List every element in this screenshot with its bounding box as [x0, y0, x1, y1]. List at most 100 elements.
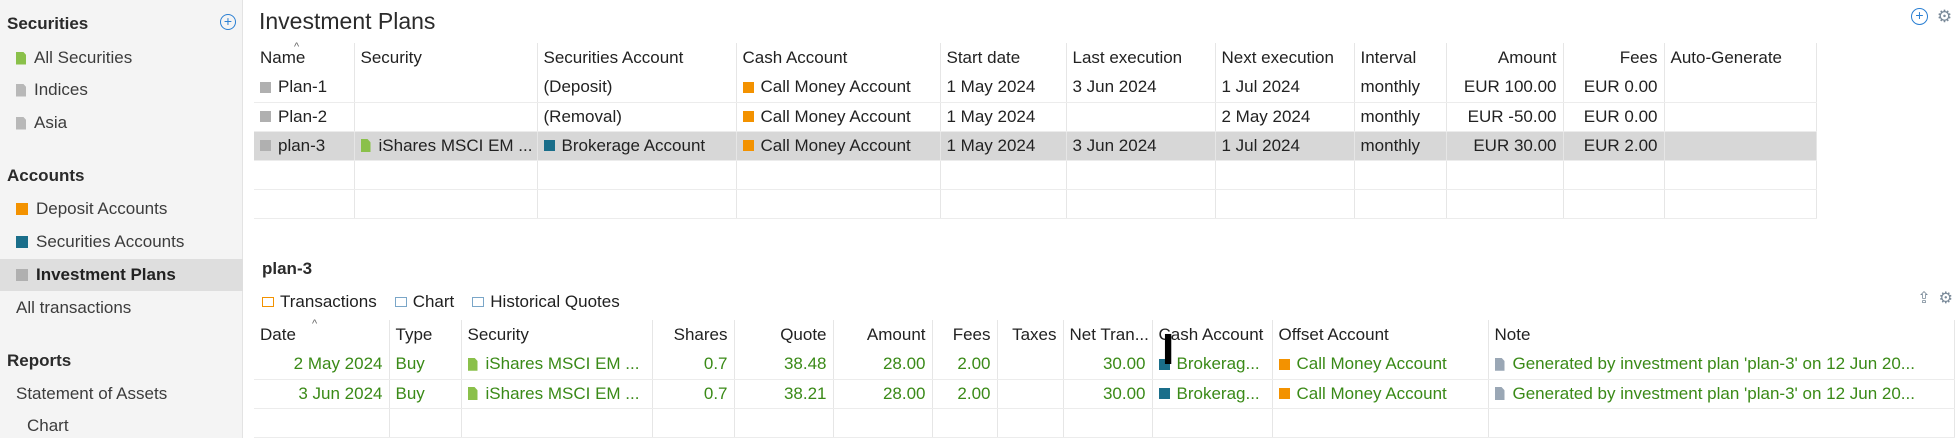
sidebar-item-indices[interactable]: Indices [0, 74, 243, 106]
tab-historical-quotes[interactable]: Historical Quotes [472, 292, 620, 312]
fees-cell: EUR 0.00 [1563, 73, 1665, 103]
text-cursor-icon: I [1162, 325, 1175, 374]
sidebar-section-securities: Securities [7, 14, 89, 33]
table-row[interactable]: 2 May 2024 Buy iShares MSCI EM ... 0.7 3… [254, 350, 1955, 380]
col-header-amount[interactable]: Amount [833, 320, 933, 350]
col-header-quote[interactable]: Quote [734, 320, 834, 350]
tab-transactions[interactable]: Transactions [262, 292, 377, 312]
add-icon[interactable]: + [220, 14, 236, 30]
note-icon [1494, 357, 1505, 371]
interval-cell: monthly [1354, 102, 1447, 132]
sidebar-item-asia[interactable]: Asia [0, 107, 243, 139]
investment-plan-icon [260, 81, 271, 93]
sidebar-item-statement-of-assets[interactable]: Statement of Assets [0, 378, 243, 410]
col-header-type[interactable]: Type [389, 320, 462, 350]
sidebar-item-label: Investment Plans [36, 265, 176, 284]
col-header-date[interactable]: ^ Date [254, 318, 390, 350]
fees-cell: 2.00 [932, 350, 998, 380]
sidebar-item-label: Deposit Accounts [36, 199, 168, 218]
security-icon [16, 116, 26, 130]
plan-name-cell: Plan-2 [254, 102, 355, 132]
transactions-table: ^ Date Type Security Shares Quote Amount … [254, 318, 1955, 438]
col-header-net-transaction[interactable]: Net Tran... [1063, 320, 1153, 350]
security-cell: iShares MSCI EM ... [461, 350, 653, 380]
sidebar-item-label: Statement of Assets [16, 384, 168, 403]
taxes-cell [997, 350, 1064, 380]
next-execution-cell: 2 May 2024 [1215, 102, 1355, 132]
tab-chart[interactable]: Chart [394, 292, 454, 312]
col-header-cash-account[interactable]: Cash Account [736, 43, 941, 73]
add-plan-icon[interactable]: + [1911, 8, 1928, 25]
col-header-security[interactable]: Security [461, 320, 653, 350]
col-header-note[interactable]: Note [1488, 320, 1955, 350]
securities-account-cell: (Deposit) [537, 73, 737, 103]
sidebar-item-label: All Securities [34, 48, 133, 67]
investment-plan-icon [16, 269, 28, 281]
sidebar-item-investment-plans[interactable]: Investment Plans [0, 259, 243, 291]
amount-cell: EUR -50.00 [1446, 102, 1564, 132]
sidebar-item-label: Chart [27, 416, 69, 435]
col-header-fees[interactable]: Fees [1563, 43, 1665, 73]
deposit-account-icon [16, 203, 28, 215]
cash-account-cell: Call Money Account [736, 131, 941, 161]
cash-account-cell: Call Money Account [736, 102, 941, 132]
interval-cell: monthly [1354, 131, 1447, 161]
col-header-name[interactable]: ^ Name [254, 41, 355, 73]
deposit-account-icon [1278, 388, 1290, 399]
table-row-selected[interactable]: plan-3 iShares MSCI EM ... Brokerage Acc… [254, 131, 1817, 161]
chart-icon [394, 297, 407, 307]
sidebar-item-chart[interactable]: Chart [0, 410, 243, 438]
table-row[interactable]: 3 Jun 2024 Buy iShares MSCI EM ... 0.7 3… [254, 379, 1955, 409]
security-icon [16, 51, 26, 65]
table-row[interactable]: Plan-2 (Removal) Call Money Account 1 Ma… [254, 102, 1817, 132]
security-cell [354, 73, 538, 103]
col-header-next-execution[interactable]: Next execution [1215, 43, 1355, 73]
empty-row [254, 189, 1817, 219]
quote-cell: 38.48 [734, 350, 834, 380]
next-execution-cell: 1 Jul 2024 [1215, 73, 1355, 103]
fees-cell: 2.00 [932, 379, 998, 409]
col-header-last-execution[interactable]: Last execution [1066, 43, 1216, 73]
col-header-interval[interactable]: Interval [1354, 43, 1447, 73]
plan-name-cell: plan-3 [254, 131, 355, 161]
date-cell: 3 Jun 2024 [254, 379, 390, 409]
table-row[interactable]: Plan-1 (Deposit) Call Money Account 1 Ma… [254, 73, 1817, 103]
offset-account-cell: Call Money Account [1272, 379, 1489, 409]
net-transaction-cell: 30.00 [1063, 350, 1153, 380]
col-header-auto-generate[interactable]: Auto-Generate [1664, 43, 1817, 73]
col-header-offset-account[interactable]: Offset Account [1272, 320, 1489, 350]
col-header-shares[interactable]: Shares [652, 320, 735, 350]
security-cell [354, 102, 538, 132]
taxes-cell [997, 379, 1064, 409]
fees-cell: EUR 0.00 [1563, 102, 1665, 132]
securities-account-cell: (Removal) [537, 102, 737, 132]
col-header-amount[interactable]: Amount [1446, 43, 1564, 73]
deposit-account-icon [742, 111, 754, 122]
col-header-security[interactable]: Security [354, 43, 538, 73]
last-execution-cell: 3 Jun 2024 [1066, 131, 1216, 161]
col-header-taxes[interactable]: Taxes [997, 320, 1064, 350]
col-header-fees[interactable]: Fees [932, 320, 998, 350]
export-icon[interactable]: ⇪ [1917, 288, 1930, 308]
start-date-cell: 1 May 2024 [940, 102, 1067, 132]
gear-icon[interactable]: ⚙ [1936, 8, 1953, 25]
sidebar-item-all-securities[interactable]: All Securities [0, 42, 243, 74]
securities-account-icon [16, 236, 28, 248]
sidebar-item-deposit-accounts[interactable]: Deposit Accounts [0, 193, 243, 225]
security-icon [467, 387, 478, 400]
investment-plan-icon [260, 140, 271, 151]
gear-icon[interactable]: ⚙ [1939, 288, 1953, 308]
shares-cell: 0.7 [652, 379, 735, 409]
type-cell: Buy [389, 350, 462, 380]
note-cell: Generated by investment plan 'plan-3' on… [1488, 350, 1955, 380]
last-execution-cell: 3 Jun 2024 [1066, 73, 1216, 103]
offset-account-cell: Call Money Account [1272, 350, 1489, 380]
securities-account-icon [1158, 388, 1170, 399]
col-header-securities-account[interactable]: Securities Account [537, 43, 737, 73]
sidebar-item-securities-accounts[interactable]: Securities Accounts [0, 226, 243, 258]
next-execution-cell: 1 Jul 2024 [1215, 131, 1355, 161]
start-date-cell: 1 May 2024 [940, 73, 1067, 103]
sidebar: Securities + All Securities Indices Asia… [0, 0, 243, 438]
sidebar-item-all-transactions[interactable]: All transactions [0, 292, 243, 324]
col-header-start-date[interactable]: Start date [940, 43, 1067, 73]
